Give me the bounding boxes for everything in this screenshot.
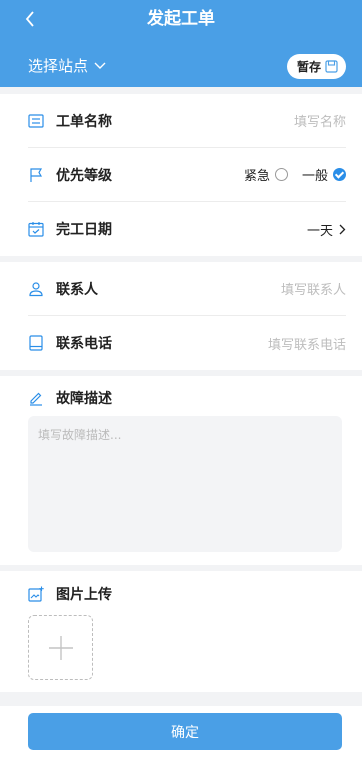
save-draft-button[interactable]: 暂存 — [286, 54, 346, 79]
image-section-title: 图片上传 — [28, 584, 112, 604]
section-gap — [0, 565, 362, 571]
phone-icon — [28, 335, 44, 351]
order-name-input[interactable]: 填写名称 — [294, 111, 346, 130]
list-icon — [28, 113, 44, 129]
radio-unchecked-icon — [274, 168, 288, 181]
save-draft-label: 暂存 — [296, 60, 321, 74]
calendar-icon — [28, 221, 44, 237]
contact-label: 联系人 — [56, 281, 98, 298]
chevron-down-icon — [94, 62, 106, 69]
deadline-value: 一天 — [306, 223, 333, 239]
phone-label: 联系电话 — [56, 336, 112, 352]
user-icon — [28, 281, 44, 297]
fault-description-input[interactable] — [28, 416, 342, 552]
save-icon — [325, 60, 338, 73]
image-upload-icon — [28, 586, 44, 602]
deadline-value-wrap: 一天 — [307, 220, 346, 239]
priority-options: 紧急 一般 — [244, 165, 346, 184]
image-label: 图片上传 — [56, 587, 112, 603]
confirm-button[interactable]: 确定 — [28, 713, 342, 750]
fault-label: 故障描述 — [56, 391, 112, 407]
contact-input[interactable]: 填写联系人 — [281, 279, 346, 298]
deadline-row[interactable]: 完工日期 一天 — [28, 202, 346, 256]
phone-row[interactable]: 联系电话 填写联系电话 — [28, 316, 346, 370]
footer-gap — [0, 692, 362, 706]
priority-row: 优先等级 紧急 一般 — [28, 148, 346, 202]
image-upload-button[interactable] — [28, 615, 93, 680]
flag-icon — [28, 167, 44, 183]
order-name-row[interactable]: 工单名称 填写名称 — [28, 94, 346, 148]
plus-icon — [48, 635, 73, 660]
page-title: 发起工单 — [147, 9, 215, 29]
header: 发起工单 选择站点 暂存 — [0, 0, 362, 87]
pen-icon — [28, 390, 44, 406]
contact-row[interactable]: 联系人 填写联系人 — [28, 262, 346, 316]
order-name-label: 工单名称 — [56, 113, 112, 130]
priority-normal-label: 一般 — [301, 169, 328, 184]
section-gap — [0, 370, 362, 376]
station-label: 选择站点 — [28, 57, 89, 75]
deadline-label: 完工日期 — [56, 222, 112, 238]
station-select[interactable]: 选择站点 — [28, 56, 106, 76]
fault-section-title: 故障描述 — [28, 388, 112, 408]
section-gap — [0, 87, 362, 94]
priority-label: 优先等级 — [56, 167, 112, 184]
priority-urgent-label: 紧急 — [243, 169, 270, 184]
phone-input[interactable]: 填写联系电话 — [268, 334, 346, 353]
chevron-right-icon — [339, 224, 346, 234]
priority-normal[interactable]: 一般 — [302, 165, 346, 184]
priority-urgent[interactable]: 紧急 — [244, 165, 288, 184]
radio-checked-icon — [333, 168, 346, 181]
